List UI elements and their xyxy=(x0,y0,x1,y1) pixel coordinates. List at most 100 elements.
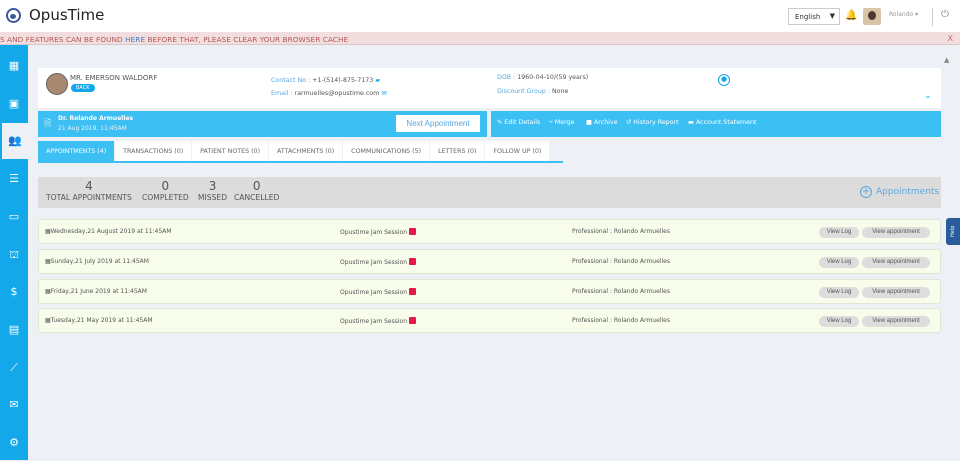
stat-label: MISSED xyxy=(198,193,228,202)
tab-communications[interactable]: COMMUNICATIONS (5) xyxy=(343,141,430,161)
logo-icon xyxy=(6,8,21,23)
stat-label: CANCELLED xyxy=(234,193,280,202)
patient-name: MR. EMERSON WALDORF xyxy=(70,74,158,82)
appointment-row: ▦Friday,21 June 2019 at 11:45AM Opustime… xyxy=(38,279,941,304)
patient-card: MR. EMERSON WALDORF BACK Contact No : +1… xyxy=(38,68,941,108)
view-appointment-button[interactable]: View appointment xyxy=(862,287,930,298)
add-appointment-label: Appointments xyxy=(876,187,940,197)
basket-nav-item[interactable]: ⛫ xyxy=(0,237,28,273)
patient-actions-bar: ✎ Edit Details ⑂ Merge ■ Archive ↺ Histo… xyxy=(491,111,941,137)
help-tab[interactable]: Help xyxy=(946,218,960,245)
chart-nav-item[interactable]: ⟋ xyxy=(0,350,28,386)
card-icon: ▭ xyxy=(8,209,20,223)
dob-label: DOB : xyxy=(497,74,516,81)
language-value: English xyxy=(795,13,821,21)
appointment-professional: Professional : Rolando Armuelles xyxy=(572,228,670,235)
patient-avatar xyxy=(46,73,68,95)
banner-link[interactable]: HERE xyxy=(125,35,145,44)
calendar-nav-item[interactable]: ▣ xyxy=(0,86,28,122)
list-icon: ☰ xyxy=(9,172,19,186)
edit-details-button[interactable]: ✎ Edit Details xyxy=(497,119,540,126)
banner-text-2: BEFORE THAT, PLEASE CLEAR YOUR BROWSER C… xyxy=(145,35,349,44)
settings-nav-item[interactable]: ⚙ xyxy=(0,425,28,461)
stat-completed: 0 COMPLETED xyxy=(142,179,189,202)
appointment-row: ▦Sunday,21 July 2019 at 11:45AM Opustime… xyxy=(38,249,941,274)
session-name: Opustime Jam Session xyxy=(340,229,408,236)
view-log-button[interactable]: View Log xyxy=(819,227,859,238)
banner-text: S AND FEATURES CAN BE FOUND xyxy=(0,35,126,44)
back-button[interactable]: BACK xyxy=(71,84,95,92)
document-icon: 🗎 xyxy=(44,119,52,129)
chart-icon: ⟋ xyxy=(10,360,18,374)
next-appointment-button[interactable]: Next Appointment xyxy=(396,115,480,132)
mail-icon: ✉ xyxy=(9,398,19,412)
edit-icon: ✎ xyxy=(497,119,503,126)
history-report-button[interactable]: ↺ History Report xyxy=(626,119,679,126)
edit-details-label: Edit Details xyxy=(504,119,541,126)
contact-nav-item[interactable]: ▤ xyxy=(0,312,28,348)
add-appointment-button[interactable]: + Appointments xyxy=(860,186,939,198)
view-appointment-button[interactable]: View appointment xyxy=(862,227,930,238)
tab-appointments[interactable]: APPOINTMENTS (4) xyxy=(38,141,115,161)
session-name: Opustime Jam Session xyxy=(340,259,408,266)
account-statement-button[interactable]: ▬ Account Statement xyxy=(688,119,757,126)
user-menu[interactable]: Rolando ▾ xyxy=(889,11,918,18)
session-name: Opustime Jam Session xyxy=(340,289,408,296)
view-log-button[interactable]: View Log xyxy=(819,316,859,327)
appointment-professional: Professional : Rolando Armuelles xyxy=(572,317,670,324)
statement-icon: ▬ xyxy=(688,119,694,126)
mail-nav-item[interactable]: ✉ xyxy=(0,387,28,423)
card-nav-item[interactable]: ▭ xyxy=(0,199,28,235)
brand-name: OpusTime xyxy=(29,6,105,24)
archive-button[interactable]: ■ Archive xyxy=(586,119,618,126)
tab-patient-notes[interactable]: PATIENT NOTES (0) xyxy=(192,141,269,161)
dollar-nav-item[interactable]: $ xyxy=(0,274,28,310)
basket-icon: ⛫ xyxy=(8,247,20,261)
scroll-up-icon[interactable]: ▲ xyxy=(944,56,949,64)
appointment-professional: Professional : Rolando Armuelles xyxy=(572,258,670,265)
appointment-professional: Professional : Rolando Armuelles xyxy=(572,288,670,295)
status-color-indicator xyxy=(409,317,417,324)
view-log-button[interactable]: View Log xyxy=(819,257,859,268)
dashboard-nav-item[interactable]: ▦ xyxy=(0,48,28,84)
view-appointment-button[interactable]: View appointment xyxy=(862,316,930,327)
banner-close-button[interactable]: X xyxy=(948,34,953,43)
date-text: Tuesday,21 May 2019 at 11:45AM xyxy=(50,317,153,324)
user-avatar[interactable] xyxy=(863,8,881,25)
stat-value: 3 xyxy=(208,179,217,193)
view-appointment-button[interactable]: View appointment xyxy=(862,257,930,268)
account-statement-label: Account Statement xyxy=(695,119,757,126)
view-log-button[interactable]: View Log xyxy=(819,287,859,298)
settings-icon: ⚙ xyxy=(9,436,19,449)
stat-total: 4 TOTAL APPOINTMENTS xyxy=(46,179,132,202)
alert-bell-icon[interactable]: ● xyxy=(718,74,730,86)
patients-nav-item[interactable]: 👥 xyxy=(0,123,28,160)
list-nav-item[interactable]: ☰ xyxy=(0,161,28,197)
stat-label: TOTAL APPOINTMENTS xyxy=(46,193,132,202)
email-icon[interactable]: ✉ xyxy=(381,90,386,97)
sidebar: ▦ ▣ 👥 ☰ ▭ ⛫ $ ▤ ⟋ ✉ ⚙ xyxy=(0,45,28,460)
appointment-row: ▦Wednesday,21 August 2019 at 11:45AM Opu… xyxy=(38,219,941,244)
tab-letters[interactable]: LETTERS (0) xyxy=(430,141,485,161)
chevron-down-icon[interactable]: ⌄ xyxy=(924,91,932,101)
chat-icon[interactable]: ▰ xyxy=(375,77,380,84)
notification-bell-icon[interactable]: 🔔 xyxy=(845,10,857,21)
email-value: rarmuelles@opustime.com xyxy=(294,90,380,97)
power-icon[interactable]: ⏻ xyxy=(941,9,949,20)
appointment-session: Opustime Jam Session xyxy=(340,317,417,325)
top-header: OpusTime English ▼ 🔔 Rolando ▾ ⏻ xyxy=(0,0,960,32)
cache-notice-banner: S AND FEATURES CAN BE FOUND HERE BEFORE … xyxy=(0,32,960,45)
patient-tabs: APPOINTMENTS (4) TRANSACTIONS (0) PATIEN… xyxy=(38,141,563,163)
date-text: Friday,21 June 2019 at 11:45AM xyxy=(50,288,147,295)
divider xyxy=(932,8,933,26)
date-text: Sunday,21 July 2019 at 11:45AM xyxy=(50,258,149,265)
calendar-icon: ▣ xyxy=(8,96,20,110)
dashboard-icon: ▦ xyxy=(8,59,20,72)
tab-transactions[interactable]: TRANSACTIONS (0) xyxy=(115,141,192,161)
contact-icon: ▤ xyxy=(8,322,20,336)
appointment-date: ▦Sunday,21 July 2019 at 11:45AM xyxy=(45,258,149,265)
tab-attachments[interactable]: ATTACHMENTS (0) xyxy=(269,141,343,161)
merge-button[interactable]: ⑂ Merge xyxy=(549,119,574,126)
tab-follow-up[interactable]: FOLLOW UP (0) xyxy=(485,141,550,161)
language-select[interactable]: English ▼ xyxy=(788,8,840,25)
